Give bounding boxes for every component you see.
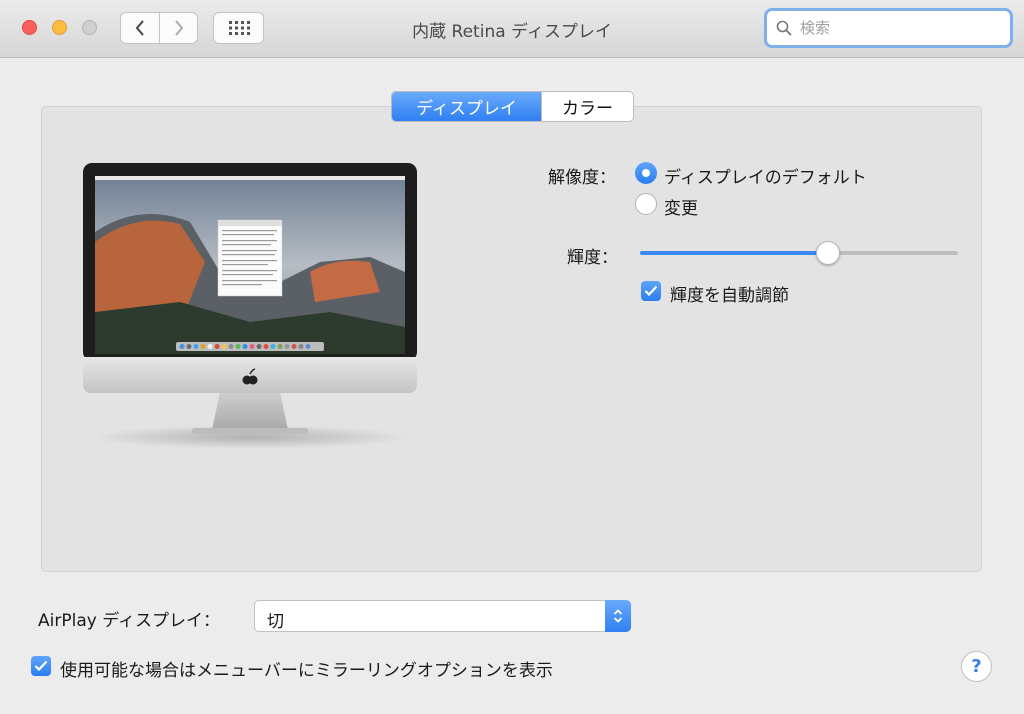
- auto-brightness-label[interactable]: 輝度を自動調節: [670, 281, 789, 306]
- search-input[interactable]: [798, 18, 992, 38]
- resolution-default-label[interactable]: ディスプレイのデフォルト: [664, 163, 867, 188]
- select-arrows-icon: [605, 600, 631, 632]
- tab-bar: ディスプレイ カラー: [391, 91, 634, 122]
- mirroring-label[interactable]: 使用可能な場合はメニューバーにミラーリングオプションを表示: [60, 656, 553, 681]
- airplay-select[interactable]: 切: [254, 600, 631, 632]
- resolution-scaled-radio[interactable]: [635, 193, 657, 215]
- brightness-slider-knob[interactable]: [815, 241, 840, 265]
- brightness-slider-fill: [640, 251, 828, 255]
- resolution-label: 解像度：: [548, 168, 616, 188]
- brightness-slider[interactable]: [640, 241, 958, 265]
- help-button[interactable]: ?: [961, 651, 992, 682]
- airplay-label: AirPlay ディスプレイ：: [38, 611, 221, 631]
- checkmark-icon: [644, 285, 658, 297]
- mirroring-checkbox[interactable]: [31, 656, 51, 676]
- search-icon: [776, 20, 792, 36]
- tab-color[interactable]: カラー: [541, 92, 633, 121]
- imac-illustration: [83, 163, 417, 449]
- brightness-label: 輝度：: [567, 248, 618, 268]
- resolution-default-radio[interactable]: [635, 162, 657, 184]
- title-bar: 内蔵 Retina ディスプレイ: [0, 0, 1024, 58]
- resolution-scaled-label[interactable]: 変更: [664, 194, 698, 219]
- auto-brightness-checkbox[interactable]: [641, 281, 661, 301]
- airplay-selected-value: 切: [267, 612, 284, 632]
- checkmark-icon: [34, 660, 48, 672]
- tab-display[interactable]: ディスプレイ: [392, 92, 541, 121]
- search-field[interactable]: [764, 8, 1013, 48]
